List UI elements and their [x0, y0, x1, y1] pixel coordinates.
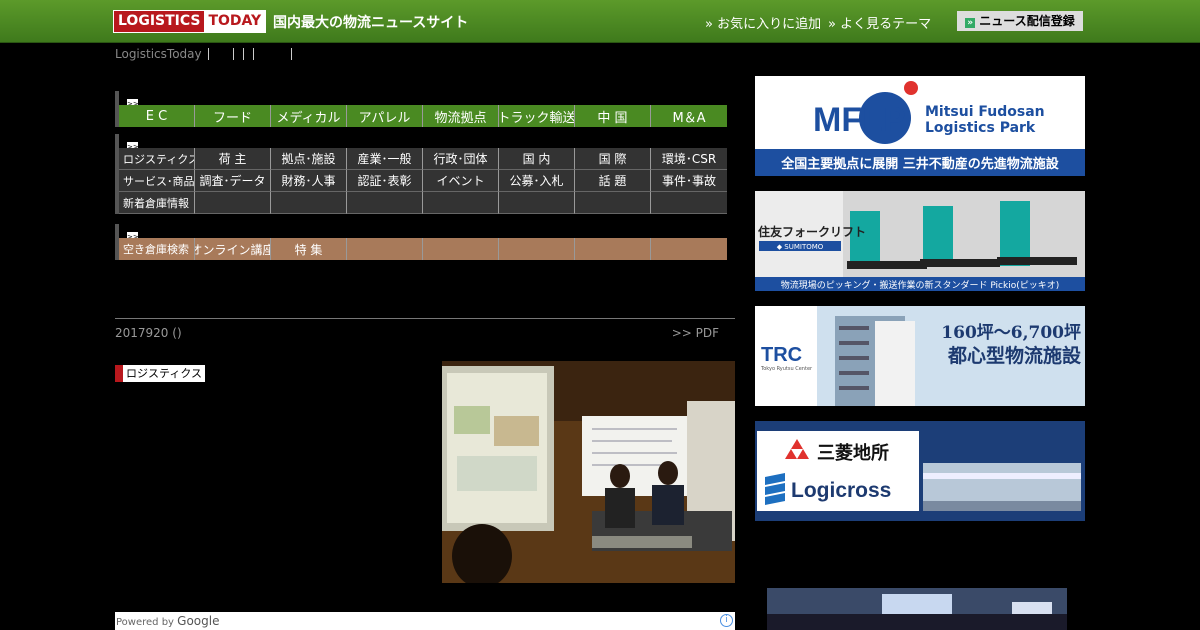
nav-topic-cell	[499, 192, 575, 214]
nav-topic-cell	[651, 192, 727, 214]
nav-topic-item[interactable]: 新着倉庫情報	[119, 192, 195, 214]
trc-logo-text: TRC	[761, 344, 802, 366]
breadcrumb-separator	[232, 48, 234, 60]
nav-industry-item[interactable]: M＆A	[651, 105, 727, 127]
nav-topic-item[interactable]: 財務･人事	[271, 170, 347, 192]
mflp-name-line2: Logistics Park	[925, 120, 1036, 136]
ad-banner-mitsubishi[interactable]: 三菱地所 Logicross	[755, 421, 1085, 521]
arrow-icon: »	[965, 18, 976, 28]
nav-topic-item[interactable]: 産業･一般	[347, 148, 423, 170]
mflp-name-line1: Mitsui Fudosan	[925, 104, 1045, 120]
pdf-link[interactable]: >> PDF	[672, 326, 719, 340]
mflp-caption: 全国主要拠点に展開 三井不動産の先進物流施設	[780, 156, 1060, 172]
nav-industry-item[interactable]: E C	[119, 105, 195, 127]
nav-topic-item[interactable]: 国 際	[575, 148, 651, 170]
nav-service-cell	[347, 238, 423, 260]
nav-topic-item[interactable]: 荷 主	[195, 148, 271, 170]
category-label: ロジスティクス	[123, 365, 206, 382]
article-meta: 2017920 () >> PDF	[115, 318, 735, 340]
news-subscribe-button[interactable]: » ニュース配信登録	[957, 11, 1083, 31]
nav-topic-item[interactable]: 拠点･施設	[271, 148, 347, 170]
category-marker	[115, 365, 123, 382]
sumitomo-brand: 住友フォークリフト	[758, 224, 866, 239]
nav-topic-cell	[271, 192, 347, 214]
nav-service-item[interactable]: オンライン講座	[195, 238, 271, 260]
breadcrumb-home[interactable]: LogisticsToday	[115, 47, 202, 61]
ad-banner-trc[interactable]: TRC Tokyo Ryutsu Center 160坪～6,700坪 都心型物…	[755, 306, 1085, 406]
nav-topic-item[interactable]: 環境･CSR	[651, 148, 727, 170]
nav-service-item[interactable]: 特 集	[271, 238, 347, 260]
article-date: 2017920 ()	[115, 326, 182, 340]
nav-topic-cell	[423, 192, 499, 214]
service-nav: >> 空き倉庫検索 オンライン講座 特 集	[115, 224, 735, 260]
nav-topic-item[interactable]: ロジスティクス	[119, 148, 195, 170]
google-wordmark: Google	[177, 614, 220, 628]
trc-line1: 160坪～6,700坪	[941, 323, 1081, 343]
nav-topic-cell	[347, 192, 423, 214]
breadcrumb-separator	[290, 48, 292, 60]
nav-service-cell	[575, 238, 651, 260]
nav-service-cell	[499, 238, 575, 260]
logicross-wordmark: Logicross	[791, 479, 891, 502]
mitsubishi-name: 三菱地所	[817, 442, 889, 464]
ad-banner-sumitomo[interactable]: 住友フォークリフト ◆ SUMITOMO 物流現場のピッキング・搬送作業の新スタ…	[755, 191, 1085, 291]
ad-banner-mflp[interactable]: MFLP Mitsui Fudosan Logistics Park 全国主要拠…	[755, 76, 1085, 176]
nav-industry-item[interactable]: アパレル	[347, 105, 423, 127]
nav-service-item[interactable]: 空き倉庫検索	[119, 238, 195, 260]
nav-topic-item[interactable]: サービス･商品	[119, 170, 195, 192]
nav-topic-cell	[575, 192, 651, 214]
frequent-themes-link[interactable]: » よく見るテーマ	[828, 13, 931, 32]
nav-topic-item[interactable]: イベント	[423, 170, 499, 192]
sumitomo-sub: ◆ SUMITOMO	[777, 243, 824, 251]
nav-topic-item[interactable]: 行政･団体	[423, 148, 499, 170]
site-header: LOGISTICS TODAY 国内最大の物流ニュースサイト » お気に入りに追…	[0, 0, 1200, 43]
breadcrumb-separator	[252, 48, 254, 60]
site-logo[interactable]: LOGISTICS TODAY	[113, 10, 267, 33]
nav-topic-item[interactable]: 調査･データ	[195, 170, 271, 192]
topic-nav: >> ロジスティクス 荷 主 拠点･施設 産業･一般 行政･団体 国 内 国 際…	[115, 134, 735, 214]
add-favorite-link[interactable]: » お気に入りに追加	[705, 13, 821, 32]
article-category-badge[interactable]: ロジスティクス	[115, 365, 206, 382]
nav-industry-item[interactable]: 物流拠点	[423, 105, 499, 127]
logo-left-text: LOGISTICS	[114, 11, 205, 32]
breadcrumb-separator	[242, 48, 244, 60]
nav-topic-cell	[195, 192, 271, 214]
nav-topic-item[interactable]: 公募･入札	[499, 170, 575, 192]
trc-line2: 都心型物流施設	[947, 344, 1082, 367]
industry-nav: >> E C フード メディカル アパレル 物流拠点 トラック輸送 中 国 M＆…	[115, 91, 735, 127]
nav-industry-item[interactable]: フード	[195, 105, 271, 127]
nav-service-cell	[651, 238, 727, 260]
breadcrumb-separator	[207, 48, 209, 60]
nav-service-cell	[423, 238, 499, 260]
ad-info-icon[interactable]: i	[720, 614, 733, 627]
sumitomo-caption: 物流現場のピッキング・搬送作業の新スタンダード Pickio(ピッキオ)	[781, 279, 1060, 291]
nav-topic-item[interactable]: 認証･表彰	[347, 170, 423, 192]
nav-topic-item[interactable]: 事件･事故	[651, 170, 727, 192]
google-custom-search-bar[interactable]: Powered by Google i	[115, 612, 735, 630]
powered-by-label: Powered by Google	[116, 614, 220, 628]
mflp-logo-text: MFLP	[813, 101, 906, 139]
news-subscribe-label: ニュース配信登録	[979, 14, 1075, 28]
site-tagline: 国内最大の物流ニュースサイト	[273, 15, 469, 31]
article-photo	[442, 361, 735, 583]
breadcrumb: LogisticsToday	[115, 47, 292, 61]
nav-topic-item[interactable]: 話 題	[575, 170, 651, 192]
nav-topic-item[interactable]: 国 内	[499, 148, 575, 170]
nav-industry-item[interactable]: 中 国	[575, 105, 651, 127]
logo-right-text: TODAY	[204, 11, 266, 32]
trc-logo-sub: Tokyo Ryutsu Center	[760, 366, 813, 372]
nav-industry-item[interactable]: トラック輸送	[499, 105, 575, 127]
event-photo	[767, 588, 1067, 630]
nav-industry-item[interactable]: メディカル	[271, 105, 347, 127]
